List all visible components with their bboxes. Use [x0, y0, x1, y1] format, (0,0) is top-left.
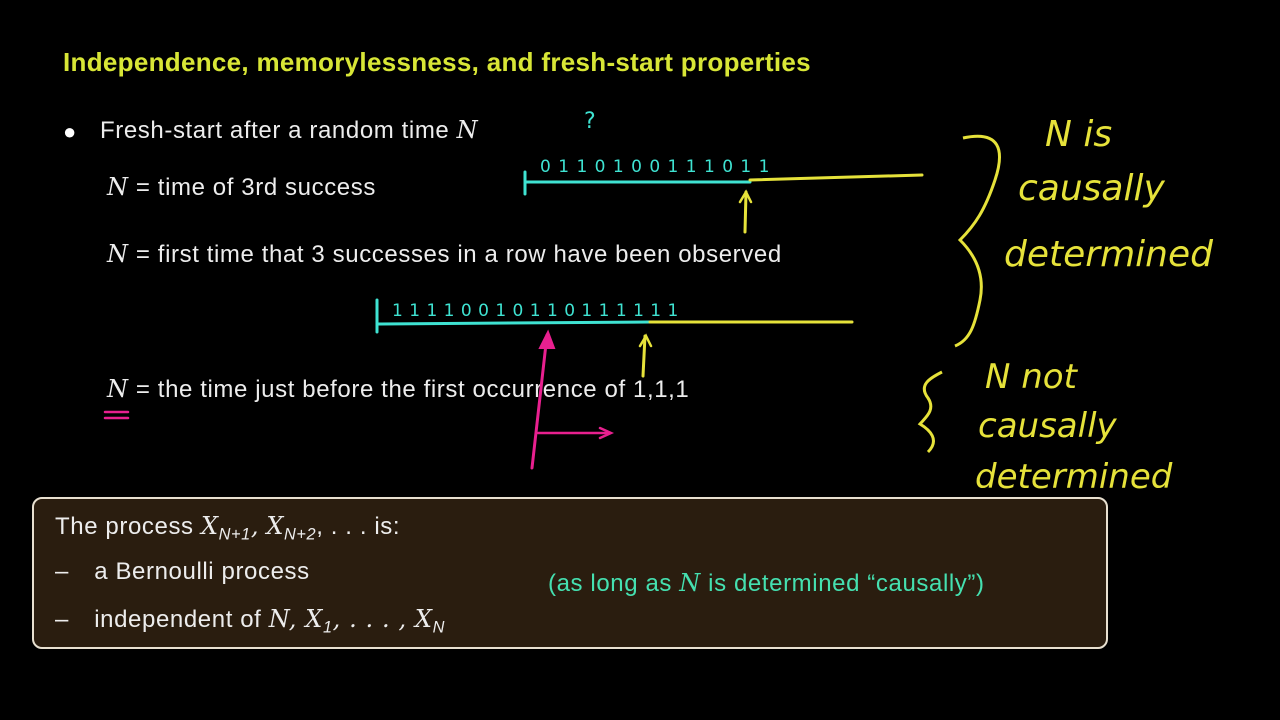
not-causal-line-2: causally	[978, 406, 1118, 446]
causal-line-2: causally	[1018, 168, 1165, 209]
box-line-1: The process XN+1, XN+2, . . . is:	[55, 512, 401, 544]
box-line1-sub1: N+1	[218, 525, 251, 544]
box-line1-x2: X	[266, 512, 285, 540]
note-var: N	[679, 569, 701, 597]
not-causal-line-1: N not	[985, 357, 1079, 397]
dash-2: –	[55, 606, 69, 633]
box-item-2: – independent of N, X1, . . . , XN	[55, 605, 445, 638]
brace-not-causal	[917, 370, 943, 454]
box-item-1: – a Bernoulli process	[55, 558, 310, 586]
box-item2-prefix: independent of	[94, 606, 262, 633]
box-item2-subN: N	[432, 618, 446, 637]
box-item2-math: N, X	[268, 605, 323, 633]
box-item2-mid: , . . . , X	[332, 605, 433, 633]
box-line1-x1: X	[200, 512, 219, 540]
causal-line-1: N is	[1045, 114, 1112, 155]
box-note: (as long as N is determined “causally”)	[548, 569, 985, 598]
box-line1-sub2: N+2	[284, 525, 317, 544]
note-prefix: (as long as	[548, 570, 672, 597]
top-timeline	[523, 170, 924, 234]
brace-causal	[954, 134, 1001, 348]
note-suffix: is determined “causally”)	[708, 570, 985, 597]
box-item1-text: a Bernoulli process	[94, 558, 310, 585]
not-causal-line-3: determined	[975, 457, 1173, 497]
dash-1: –	[55, 558, 69, 585]
top-sequence: 0 1 1 0 1 0 0 1 1 1 0 1 1	[540, 157, 770, 177]
box-line1-prefix: The process	[55, 513, 194, 540]
middle-sequence: 1 1 1 1 0 0 1 0 1 1 0 1 1 1 1 1 1	[392, 301, 679, 321]
box-item2-sub1: 1	[322, 618, 333, 637]
box-line1-suffix: , . . . is:	[316, 513, 401, 540]
question-mark: ?	[584, 109, 596, 134]
middle-timeline	[103, 298, 854, 470]
causal-line-3: determined	[1004, 234, 1214, 275]
